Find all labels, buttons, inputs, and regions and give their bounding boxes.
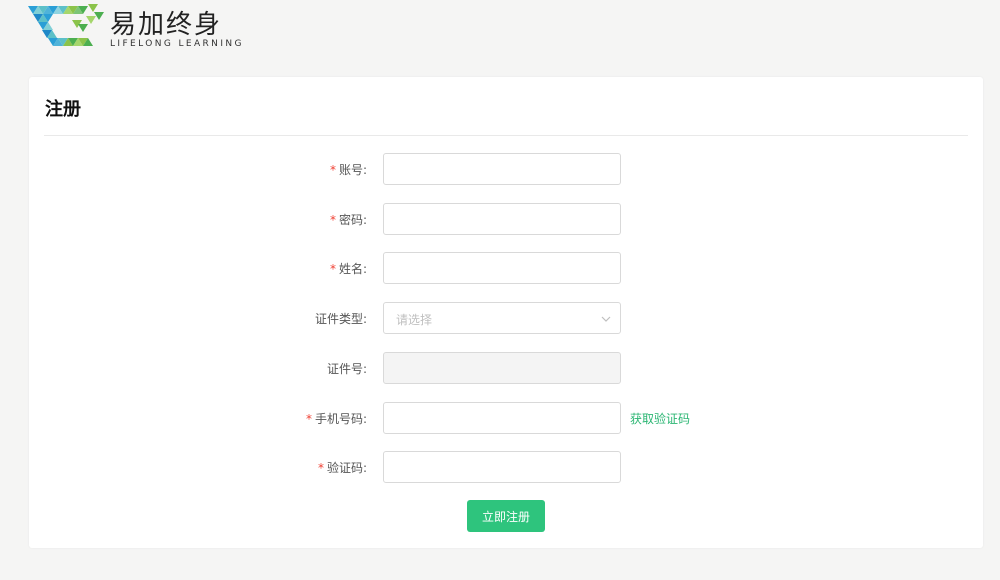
brand-tagline: LIFELONG LEARNING xyxy=(110,39,244,49)
form-row-name: * 姓名: xyxy=(29,252,983,284)
phone-input[interactable] xyxy=(383,402,621,434)
account-label: * 账号: xyxy=(330,161,367,178)
password-input[interactable] xyxy=(383,203,621,235)
id-type-label: 证件类型: xyxy=(314,312,367,326)
form-row-id-type: 证件类型: 请选择 xyxy=(29,302,983,334)
form-row-code: * 验证码: xyxy=(29,451,983,483)
form-row-account: * 账号: xyxy=(29,153,983,185)
form-row-password: * 密码: xyxy=(29,203,983,235)
required-mark: * xyxy=(305,412,312,426)
page-title: 注册 xyxy=(45,99,81,120)
form-row-id-number: 证件号: xyxy=(29,352,983,384)
password-label: * 密码: xyxy=(330,211,367,228)
id-type-placeholder: 请选择 xyxy=(396,313,433,327)
logo-icon xyxy=(28,4,104,46)
required-mark: * xyxy=(329,213,336,227)
id-number-label: 证件号: xyxy=(326,362,367,376)
name-label: * 姓名: xyxy=(330,260,367,277)
phone-label: * 手机号码: xyxy=(306,410,367,427)
brand-name: 易加终身 xyxy=(110,10,223,40)
code-label: * 验证码: xyxy=(318,459,367,476)
id-number-input[interactable] xyxy=(383,352,621,384)
required-mark: * xyxy=(317,461,324,475)
register-card: 注册 * 账号: * 密码: * 姓名: 证件类型: 请选择 证件号: * 手机… xyxy=(29,77,983,548)
required-mark: * xyxy=(329,262,336,276)
code-label-text: 验证码: xyxy=(326,461,367,475)
account-input[interactable] xyxy=(383,153,621,185)
code-input[interactable] xyxy=(383,451,621,483)
name-input[interactable] xyxy=(383,252,621,284)
password-label-text: 密码: xyxy=(338,213,367,227)
name-label-text: 姓名: xyxy=(338,262,367,276)
register-button[interactable]: 立即注册 xyxy=(467,500,545,532)
required-mark: * xyxy=(329,163,336,177)
header: 易加终身 LIFELONG LEARNING xyxy=(0,0,1000,60)
divider xyxy=(44,135,968,136)
get-code-link[interactable]: 获取验证码 xyxy=(630,410,690,427)
account-label-text: 账号: xyxy=(338,163,367,177)
chevron-down-icon xyxy=(601,316,611,322)
phone-label-text: 手机号码: xyxy=(314,412,367,426)
form-row-phone: * 手机号码: 获取验证码 xyxy=(29,402,983,434)
id-type-select[interactable]: 请选择 xyxy=(383,302,621,334)
